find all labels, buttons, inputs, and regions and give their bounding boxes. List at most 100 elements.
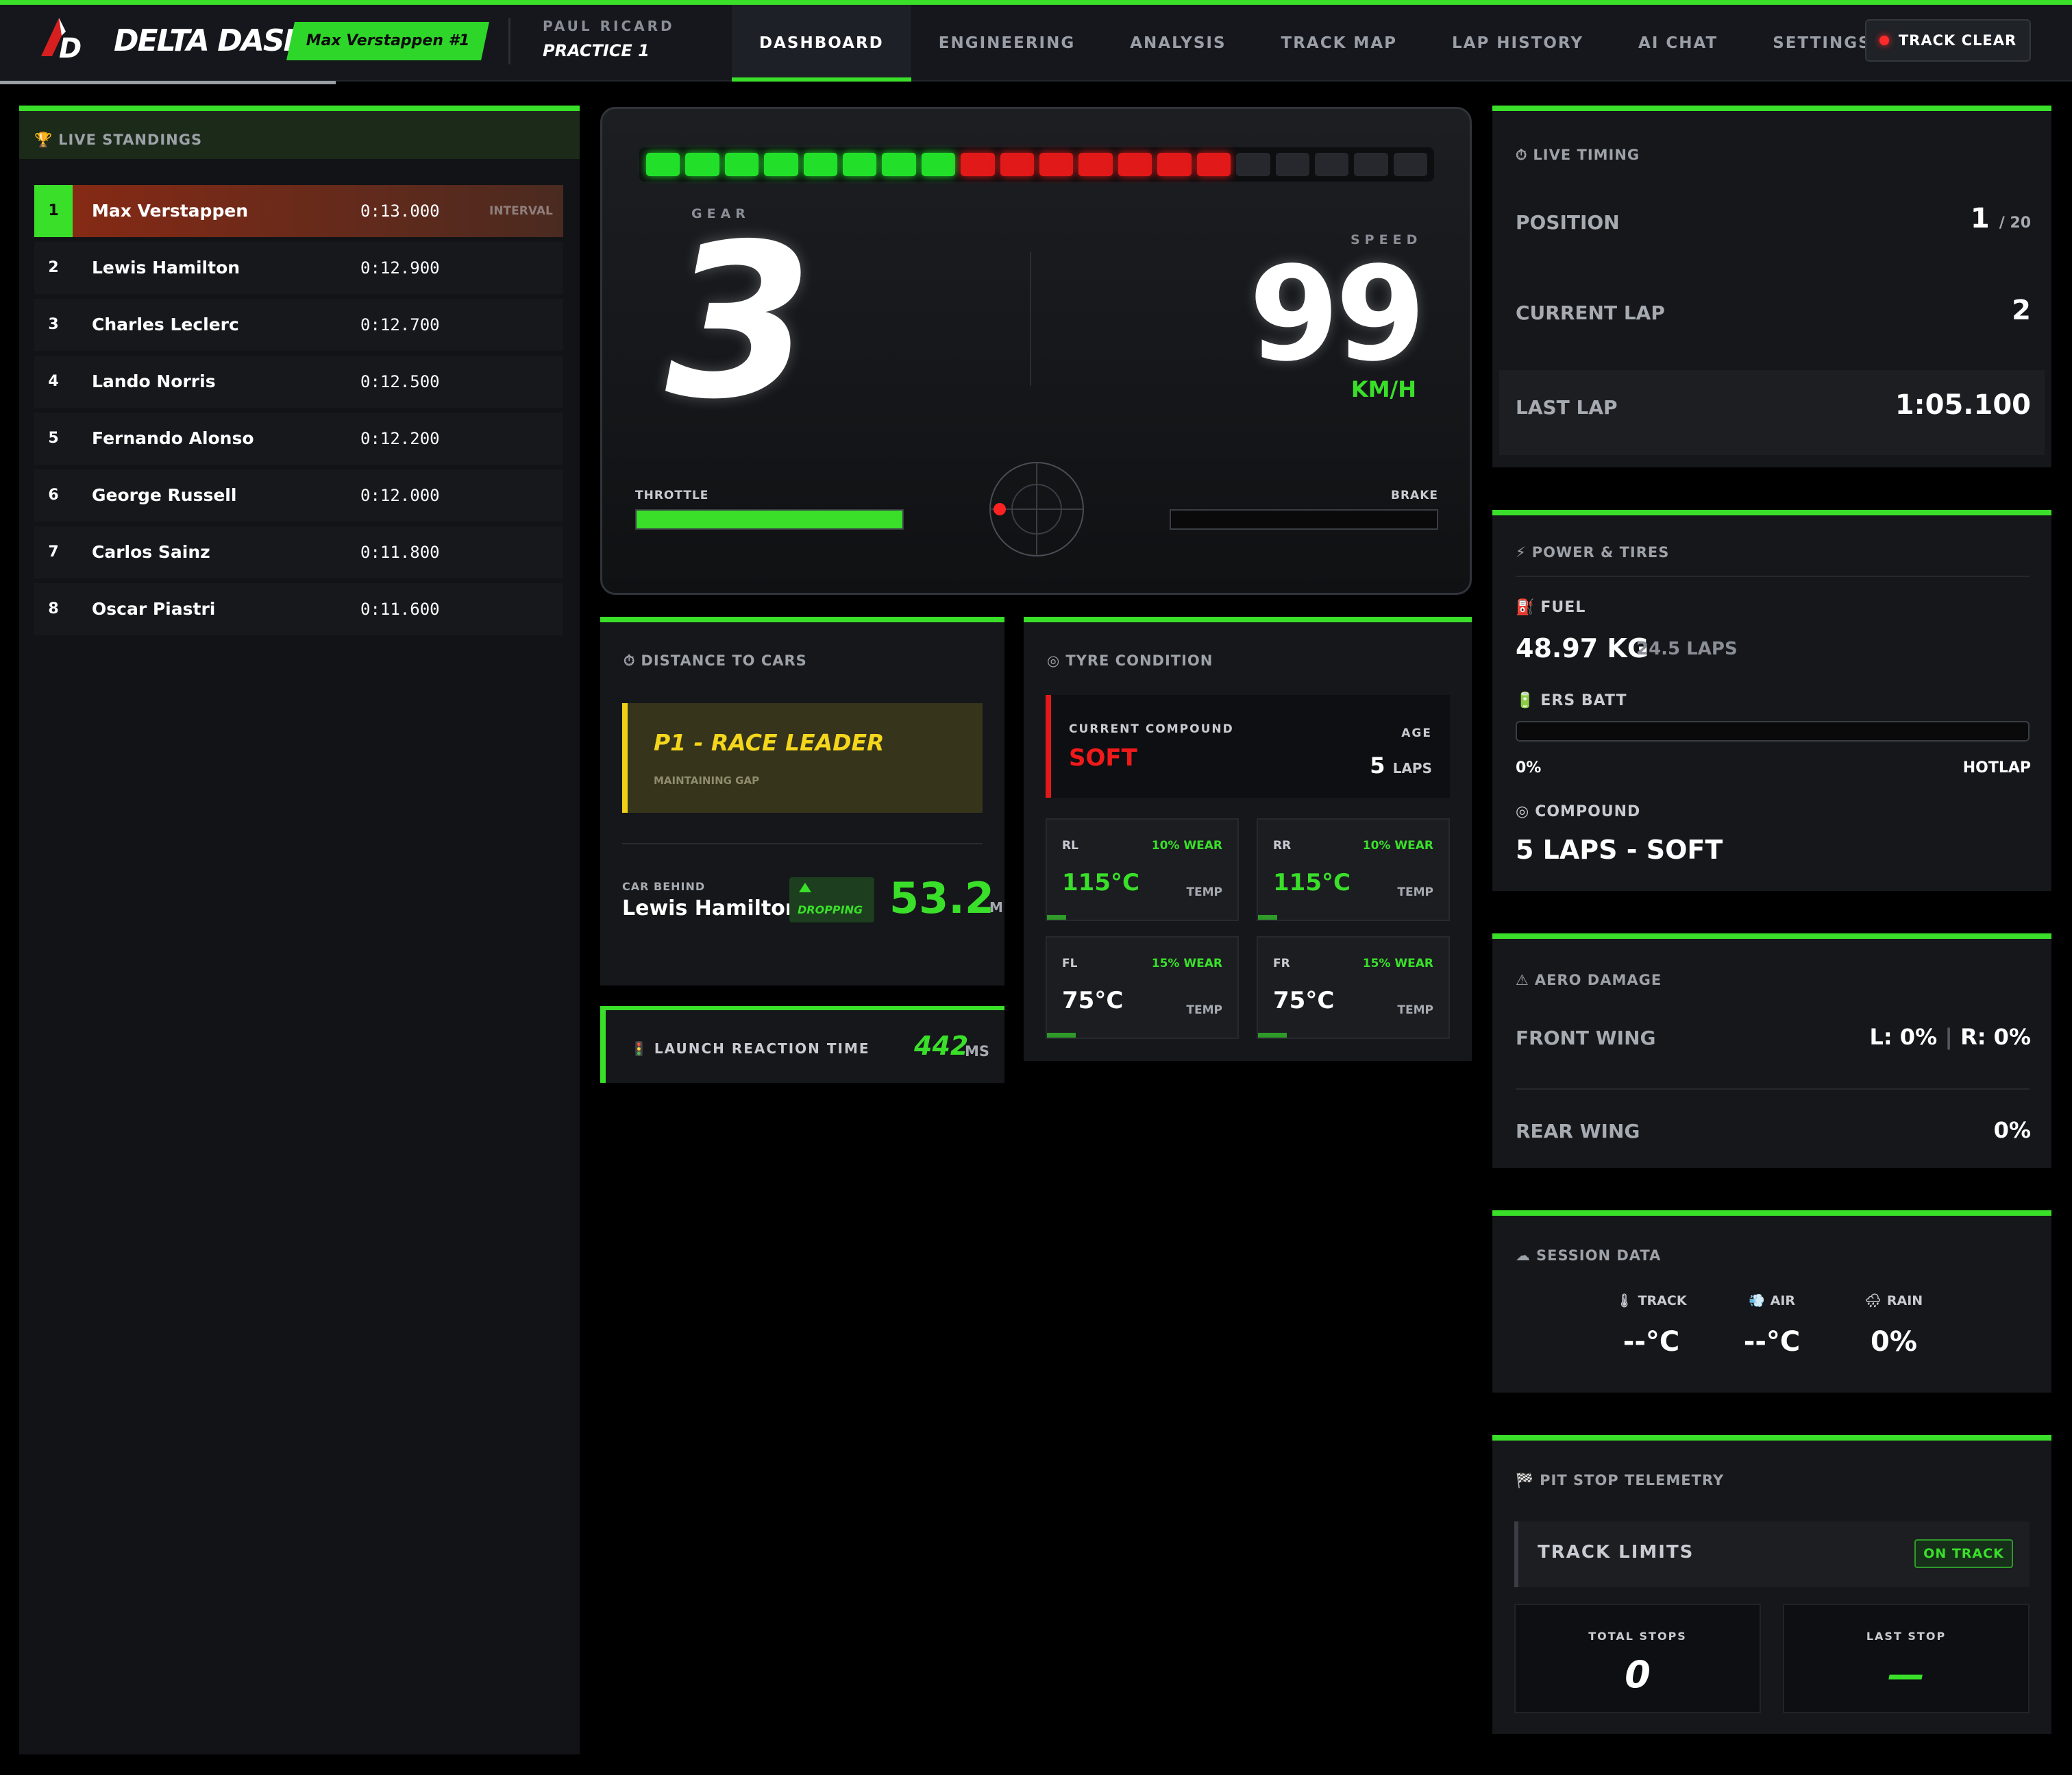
row-driver-name: Charles Leclerc xyxy=(92,315,239,334)
rain-cloud-icon: 🌧 xyxy=(1864,1293,1882,1308)
air-temp-label: 💨 AIR xyxy=(1703,1293,1840,1308)
throttle-label: THROTTLE xyxy=(635,489,709,502)
standings-row[interactable]: 2 Lewis Hamilton 0:12.900 xyxy=(34,242,563,294)
tab-dashboard[interactable]: DASHBOARD xyxy=(732,5,911,82)
brand-name: DELTA DASH xyxy=(114,23,308,58)
track-status-button[interactable]: TRACK CLEAR xyxy=(1865,19,2031,62)
tyre-temp: 75°C xyxy=(1062,987,1124,1014)
track-limits-box: TRACK LIMITS ON TRACK xyxy=(1514,1521,2030,1587)
row-position: 1 xyxy=(34,185,73,237)
total-stops-card: TOTAL STOPS 0 xyxy=(1514,1604,1761,1713)
svg-text:D: D xyxy=(59,33,82,62)
standings-row[interactable]: 4 Lando Norris 0:12.500 xyxy=(34,356,563,408)
row-position: 4 xyxy=(48,373,59,390)
session-title-text: SESSION DATA xyxy=(1536,1247,1662,1264)
compound-value: SOFT xyxy=(1069,744,1137,772)
tab-ai-chat[interactable]: AI CHAT xyxy=(1611,5,1745,82)
tyre-card-rr[interactable]: RR 10% WEAR 115°C TEMP xyxy=(1257,818,1450,921)
session-panel: ☁ SESSION DATA 🌡 TRACK --°C 💨 AIR --°C 🌧 RAI… xyxy=(1492,1210,2051,1393)
air-temp-label-text: AIR xyxy=(1770,1293,1796,1308)
tab-track-map[interactable]: TRACK MAP xyxy=(1254,5,1424,82)
leader-subtext: MAINTAINING GAP xyxy=(654,774,760,787)
tyre-wear: 10% WEAR xyxy=(1151,839,1222,853)
delta-logo-icon[interactable]: D xyxy=(38,15,88,62)
row-time: 0:12.000 xyxy=(360,486,440,505)
ers-label-text: ERS BATT xyxy=(1540,692,1627,709)
rain-value: 0% xyxy=(1871,1326,1917,1358)
tyre-temp: 115°C xyxy=(1273,869,1350,896)
aero-title: ⚠ AERO DAMAGE xyxy=(1516,972,1662,988)
track-temp-label: 🌡 TRACK xyxy=(1583,1293,1720,1308)
age-number: 5 xyxy=(1370,752,1385,779)
leader-box: P1 - RACE LEADER MAINTAINING GAP xyxy=(622,703,983,813)
rev-led xyxy=(1039,153,1074,176)
throttle-bar xyxy=(635,509,904,530)
distance-title-text: DISTANCE TO CARS xyxy=(641,652,807,669)
row-time: 0:12.500 xyxy=(360,372,440,391)
track-limits-label: TRACK LIMITS xyxy=(1538,1542,1694,1563)
tyre-card-fr[interactable]: FR 15% WEAR 75°C TEMP xyxy=(1257,936,1450,1039)
standings-row[interactable]: 1 Max Verstappen 0:13.000 INTERVAL xyxy=(34,185,563,237)
brake-label: BRAKE xyxy=(1391,489,1438,502)
last-stop-value: — xyxy=(1888,1653,1925,1696)
standings-row[interactable]: 8 Oscar Piastri 0:11.600 xyxy=(34,583,563,635)
standings-row[interactable]: 7 Carlos Sainz 0:11.800 xyxy=(34,526,563,578)
trend-badge: DROPPING xyxy=(789,877,874,922)
rain-label: 🌧 RAIN xyxy=(1825,1293,1962,1308)
gear-value: 3 xyxy=(665,199,813,446)
tyre-panel: ◎ TYRE CONDITION CURRENT COMPOUND SOFT AG… xyxy=(1024,617,1472,1061)
gap-unit: M xyxy=(989,899,1003,916)
compound-label: CURRENT COMPOUND xyxy=(1069,722,1234,736)
air-temp-value: --°C xyxy=(1743,1326,1801,1358)
tyre-card-rl[interactable]: RL 10% WEAR 115°C TEMP xyxy=(1046,818,1239,921)
value-separator: | xyxy=(1945,1024,1953,1050)
compound-box: CURRENT COMPOUND SOFT AGE 5 LAPS xyxy=(1046,695,1450,798)
launch-panel: 🚦 LAUNCH REACTION TIME 442 MS xyxy=(600,1006,1004,1083)
stopwatch-icon: ⏱ xyxy=(624,652,636,669)
session-title: ☁ SESSION DATA xyxy=(1516,1247,1661,1264)
gap-value: 53.2 xyxy=(889,873,994,923)
main-nav: DASHBOARD ENGINEERING ANALYSIS TRACK MAP… xyxy=(732,5,1899,82)
tyre-card-fl[interactable]: FL 15% WEAR 75°C TEMP xyxy=(1046,936,1239,1039)
standings-title-text: LIVE STANDINGS xyxy=(58,132,203,148)
battery-icon: 🔋 xyxy=(1516,692,1536,709)
launch-title: 🚦 LAUNCH REACTION TIME xyxy=(630,1040,870,1057)
ers-percent: 0% xyxy=(1516,759,1542,776)
row-time: 0:11.800 xyxy=(360,543,440,562)
fuel-laps: 24.5 LAPS xyxy=(1636,639,1738,659)
age-value: 5 LAPS xyxy=(1370,752,1432,779)
tyre-position: RL xyxy=(1062,839,1078,853)
thermometer-icon: 🌡 xyxy=(1616,1293,1633,1308)
speed-value: 99 xyxy=(1248,238,1426,390)
standings-row[interactable]: 3 Charles Leclerc 0:12.700 xyxy=(34,299,563,351)
front-wing-value: L: 0% | R: 0% xyxy=(1869,1024,2031,1050)
checkered-flag-icon: 🏁 xyxy=(1516,1472,1535,1489)
standings-row[interactable]: 6 George Russell 0:12.000 xyxy=(34,469,563,522)
tab-lap-history[interactable]: LAP HISTORY xyxy=(1424,5,1611,82)
tyre-temp-label: TEMP xyxy=(1397,1003,1433,1017)
timing-title: ⏱ LIVE TIMING xyxy=(1516,147,1640,164)
compound-label: ◎ COMPOUND xyxy=(1516,803,1640,820)
current-lap-label: CURRENT LAP xyxy=(1516,302,1665,324)
driver-badge[interactable]: Max Verstappen #1 xyxy=(286,22,489,60)
rev-led xyxy=(685,153,719,176)
cockpit-panel: GEAR 3 SPEED 99 KM/H THROTTLE BRAKE xyxy=(600,107,1472,595)
tyre-wear: 10% WEAR xyxy=(1362,839,1433,853)
on-track-badge: ON TRACK xyxy=(1914,1539,2013,1568)
standings-panel: 🏆 LIVE STANDINGS 1 Max Verstappen 0:13.00… xyxy=(19,106,580,1754)
tab-engineering[interactable]: ENGINEERING xyxy=(911,5,1102,82)
tyre-temp: 75°C xyxy=(1273,987,1335,1014)
row-interval-label: INTERVAL xyxy=(489,204,553,218)
cockpit-divider xyxy=(1030,252,1031,386)
last-stop-label: LAST STOP xyxy=(1866,1630,1947,1643)
pit-title-text: PIT STOP TELEMETRY xyxy=(1540,1472,1725,1489)
position-value: 1 / 20 xyxy=(1971,203,2031,234)
track-name: PAUL RICARD xyxy=(543,18,675,34)
tab-analysis[interactable]: ANALYSIS xyxy=(1102,5,1253,82)
age-unit: LAPS xyxy=(1392,760,1432,776)
standings-row[interactable]: 5 Fernando Alonso 0:12.200 xyxy=(34,413,563,465)
distance-divider xyxy=(622,843,983,844)
rev-led xyxy=(1000,153,1035,176)
row-driver-name: Oscar Piastri xyxy=(92,599,216,619)
live-timing-panel: ⏱ LIVE TIMING POSITION 1 / 20 CURRENT LAP… xyxy=(1492,106,2051,467)
